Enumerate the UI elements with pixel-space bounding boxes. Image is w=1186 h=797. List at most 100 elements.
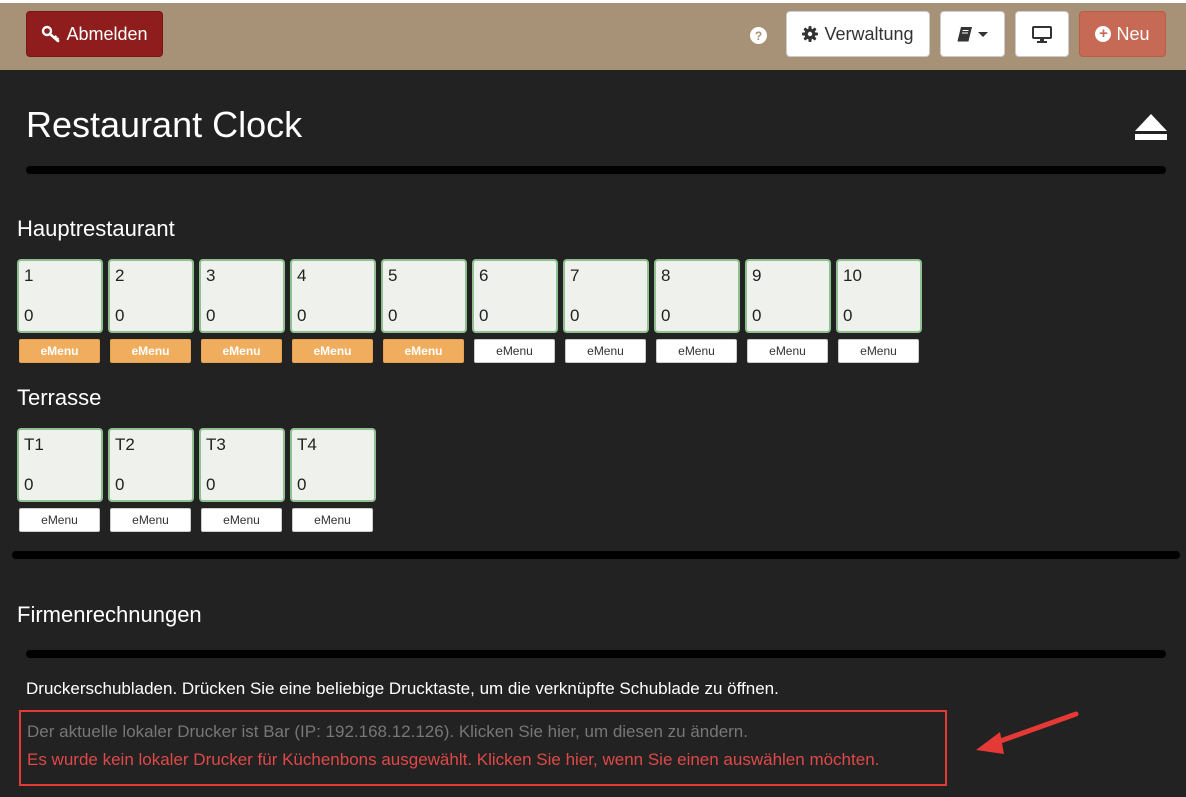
table-count: 0 bbox=[24, 306, 34, 325]
table-name: 1 bbox=[24, 266, 34, 285]
table-item: 5 0 eMenu bbox=[381, 259, 467, 363]
table-card[interactable]: T2 0 bbox=[108, 428, 194, 502]
new-label: Neu bbox=[1116, 23, 1150, 44]
monitor-icon bbox=[1032, 25, 1052, 43]
table-name: T3 bbox=[206, 435, 226, 454]
emenu-button[interactable]: eMenu bbox=[747, 339, 828, 363]
table-count: 0 bbox=[479, 306, 489, 325]
table-name: 6 bbox=[479, 266, 489, 285]
table-card[interactable]: 20 bbox=[108, 259, 194, 333]
table-count: 0 bbox=[206, 306, 216, 325]
section-title-firmenrechnungen: Firmenrechnungen bbox=[17, 602, 202, 627]
table-item: 4 0 eMenu bbox=[290, 259, 376, 363]
monitor-button[interactable] bbox=[1015, 11, 1069, 57]
emenu-button[interactable]: eMenu bbox=[110, 339, 191, 363]
table-card[interactable]: 10 0 bbox=[836, 259, 922, 333]
divider bbox=[12, 551, 1180, 559]
table-card[interactable]: T3 0 bbox=[199, 428, 285, 502]
table-name: 3 bbox=[206, 266, 216, 285]
question-circle-icon[interactable]: ? bbox=[750, 27, 767, 44]
emenu-button[interactable]: eMenu bbox=[656, 339, 737, 363]
table-count: 0 bbox=[752, 306, 762, 325]
table-name: 8 bbox=[661, 266, 671, 285]
table-item: 7 0 eMenu bbox=[563, 259, 649, 363]
chevron-down-icon bbox=[978, 31, 988, 37]
table-card[interactable]: 30 bbox=[199, 259, 285, 333]
table-item: 6 0 eMenu bbox=[472, 259, 558, 363]
table-name: T1 bbox=[24, 435, 44, 454]
admin-label: Verwaltung bbox=[824, 23, 914, 44]
emenu-button[interactable]: eMenu bbox=[474, 339, 555, 363]
logout-label: Abmelden bbox=[66, 23, 148, 44]
table-count: 0 bbox=[388, 306, 398, 325]
table-card[interactable]: 90 bbox=[745, 259, 831, 333]
emenu-button[interactable]: eMenu bbox=[201, 339, 282, 363]
book-dropdown-button[interactable] bbox=[940, 11, 1005, 57]
table-name: 4 bbox=[297, 266, 307, 285]
table-item: T1 0 eMenu bbox=[17, 428, 103, 532]
arrow-icon bbox=[976, 711, 1079, 754]
emenu-button[interactable]: eMenu bbox=[110, 508, 191, 532]
top-strip bbox=[0, 0, 1186, 3]
gear-icon bbox=[802, 26, 819, 42]
table-item: T2 0 eMenu bbox=[108, 428, 194, 532]
table-item: 2 0 eMenu bbox=[108, 259, 194, 363]
kitchen-printer-warning-link[interactable]: Es wurde kein lokaler Drucker für Küchen… bbox=[27, 750, 879, 770]
table-name: T4 bbox=[297, 435, 317, 454]
section-title-terrasse: Terrasse bbox=[17, 385, 102, 410]
table-count: 0 bbox=[570, 306, 580, 325]
table-card[interactable]: T1 0 bbox=[17, 428, 103, 502]
emenu-button[interactable]: eMenu bbox=[838, 339, 919, 363]
table-card[interactable]: 50 bbox=[381, 259, 467, 333]
table-item: T3 0 eMenu bbox=[199, 428, 285, 532]
emenu-button[interactable]: eMenu bbox=[292, 508, 373, 532]
key-icon bbox=[42, 25, 60, 43]
book-icon bbox=[957, 26, 972, 41]
table-count: 0 bbox=[297, 306, 307, 325]
logout-button[interactable]: Abmelden bbox=[26, 11, 163, 57]
table-item: 1 0 eMenu bbox=[17, 259, 103, 363]
table-item: 10 0 eMenu bbox=[836, 259, 922, 363]
table-name: T2 bbox=[115, 435, 135, 454]
table-count: 0 bbox=[297, 475, 307, 494]
current-printer-link[interactable]: Der aktuelle lokaler Drucker ist Bar (IP… bbox=[27, 722, 748, 742]
printer-drawers-text: Druckerschubladen. Drücken Sie eine beli… bbox=[26, 679, 779, 698]
table-card[interactable]: 10 bbox=[17, 259, 103, 333]
table-count: 0 bbox=[24, 475, 34, 494]
emenu-button[interactable]: eMenu bbox=[383, 339, 464, 363]
table-item: 8 0 eMenu bbox=[654, 259, 740, 363]
table-count: 0 bbox=[115, 475, 125, 494]
table-item: 9 0 eMenu bbox=[745, 259, 831, 363]
table-card[interactable]: 40 bbox=[290, 259, 376, 333]
table-name: 2 bbox=[115, 266, 125, 285]
emenu-button[interactable]: eMenu bbox=[565, 339, 646, 363]
eject-icon[interactable] bbox=[1134, 113, 1168, 141]
emenu-button[interactable]: eMenu bbox=[19, 339, 100, 363]
annotation-highlight-box: Der aktuelle lokaler Drucker ist Bar (IP… bbox=[19, 710, 947, 786]
new-button[interactable]: + Neu bbox=[1079, 11, 1166, 57]
emenu-button[interactable]: eMenu bbox=[292, 339, 373, 363]
plus-circle-icon: + bbox=[1095, 26, 1112, 42]
table-count: 0 bbox=[843, 306, 853, 325]
table-count: 0 bbox=[115, 306, 125, 325]
table-name: 9 bbox=[752, 266, 762, 285]
table-card[interactable]: 70 bbox=[563, 259, 649, 333]
page-title: Restaurant Clock bbox=[26, 104, 303, 145]
table-card[interactable]: T4 0 bbox=[290, 428, 376, 502]
table-card[interactable]: 80 bbox=[654, 259, 740, 333]
table-name: 5 bbox=[388, 266, 398, 285]
section-title-hauptrestaurant: Hauptrestaurant bbox=[17, 216, 175, 241]
table-name: 10 bbox=[843, 266, 862, 285]
table-count: 0 bbox=[661, 306, 671, 325]
table-count: 0 bbox=[206, 475, 216, 494]
emenu-button[interactable]: eMenu bbox=[19, 508, 100, 532]
divider bbox=[26, 650, 1166, 658]
divider bbox=[26, 166, 1166, 174]
top-navbar: Abmelden ? Verwaltung + Neu bbox=[0, 0, 1186, 70]
admin-button[interactable]: Verwaltung bbox=[786, 11, 930, 57]
table-item: 3 0 eMenu bbox=[199, 259, 285, 363]
table-item: T4 0 eMenu bbox=[290, 428, 376, 532]
table-name: 7 bbox=[570, 266, 580, 285]
emenu-button[interactable]: eMenu bbox=[201, 508, 282, 532]
table-card[interactable]: 60 bbox=[472, 259, 558, 333]
